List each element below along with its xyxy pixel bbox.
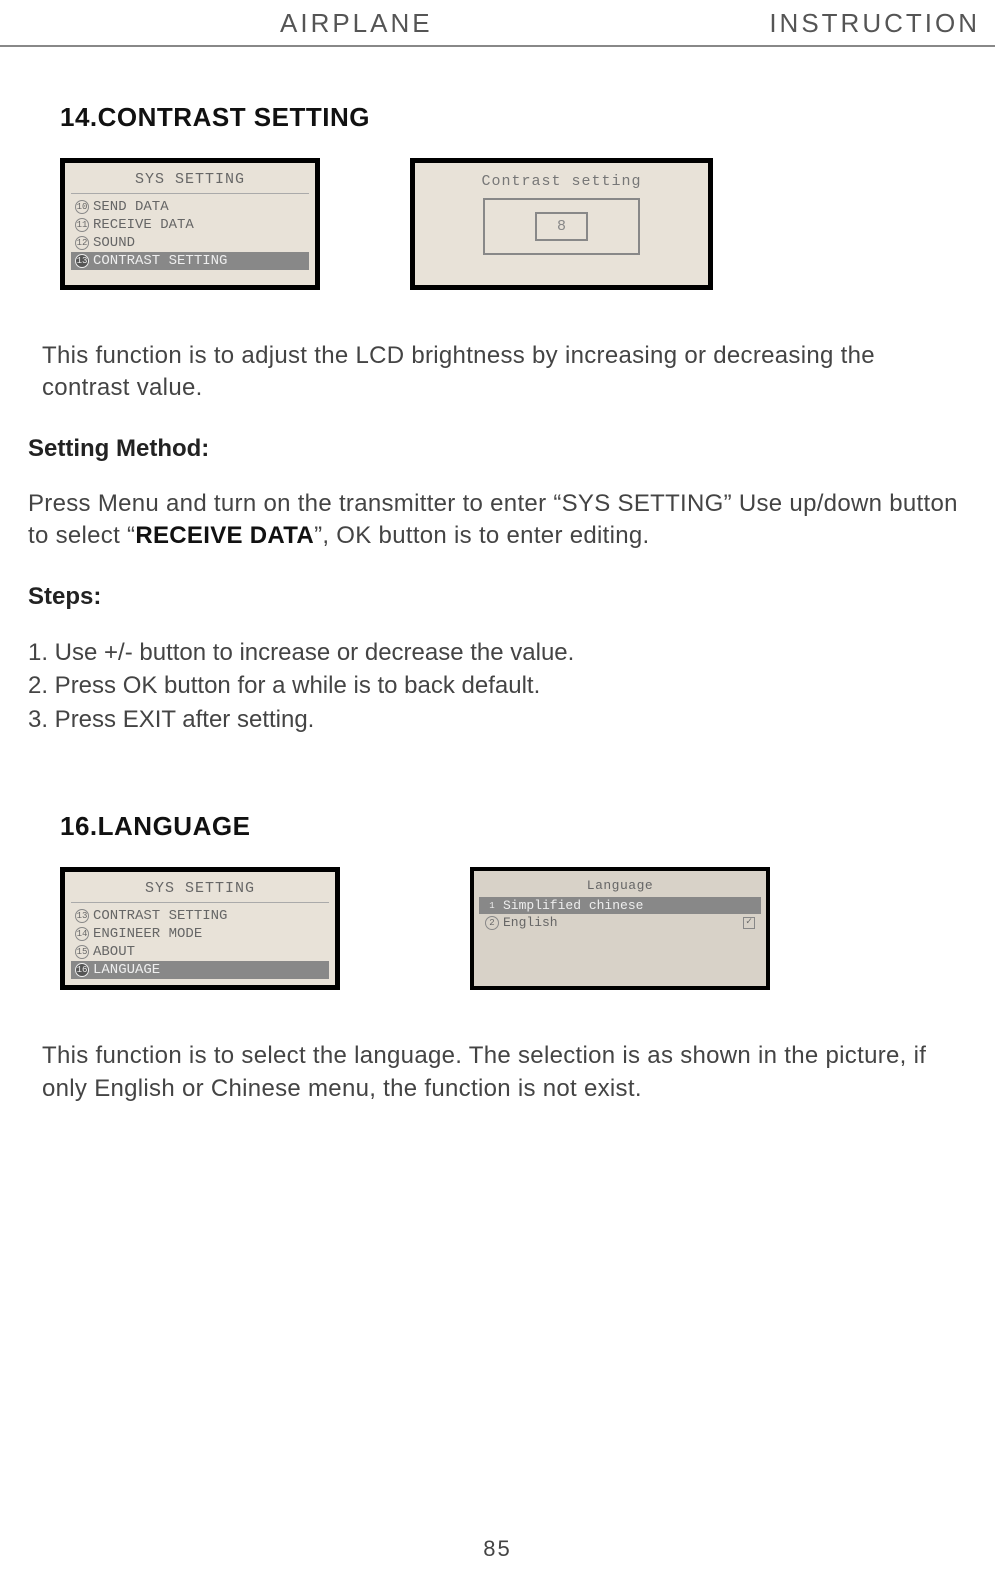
item-label: SOUND (93, 235, 135, 251)
item-label: CONTRAST SETTING (93, 908, 227, 924)
section-14-title: 14.CONTRAST SETTING (60, 102, 995, 133)
section-14-screenshots: SYS SETTING 10 SEND DATA 11 RECEIVE DATA… (60, 158, 995, 290)
step-item: 2. Press OK button for a while is to bac… (28, 669, 965, 703)
item-number: 11 (75, 218, 89, 232)
header-left: AIRPLANE (280, 8, 433, 39)
lcd-menu-item-selected: 16 LANGUAGE (71, 961, 329, 979)
contrast-box-outer: 8 (483, 198, 640, 255)
item-label: English (503, 915, 558, 930)
item-number: 10 (75, 200, 89, 214)
setting-method-bold: RECEIVE DATA (135, 522, 314, 549)
setting-method-post: ”, OK button is to enter editing. (314, 522, 649, 549)
header-right: INSTRUCTION (769, 8, 980, 39)
lcd-menu-item: 12 SOUND (71, 234, 309, 252)
language-item: 2 English ✓ (479, 914, 761, 931)
page-number: 85 (483, 1536, 511, 1562)
item-number: 1 (485, 899, 499, 913)
contrast-value-lcd: Contrast setting 8 (410, 158, 713, 290)
item-number: 16 (75, 963, 89, 977)
sys-setting-lcd-2: SYS SETTING 13 CONTRAST SETTING 14 ENGIN… (60, 867, 340, 990)
item-label: ENGINEER MODE (93, 926, 202, 942)
setting-method-label: Setting Method: (28, 435, 995, 463)
item-label: SEND DATA (93, 199, 169, 215)
item-label: ABOUT (93, 944, 135, 960)
item-label: RECEIVE DATA (93, 217, 194, 233)
steps-label: Steps: (28, 583, 995, 611)
lcd-menu-item: 14 ENGINEER MODE (71, 925, 329, 943)
item-label: Simplified chinese (503, 898, 643, 913)
item-number: 12 (75, 236, 89, 250)
lcd-menu-item: 13 CONTRAST SETTING (71, 907, 329, 925)
language-title: Language (479, 876, 761, 897)
language-lcd: Language 1 Simplified chinese 2 English … (470, 867, 770, 990)
item-label: CONTRAST SETTING (93, 253, 227, 269)
lcd-title: SYS SETTING (71, 169, 309, 194)
step-item: 3. Press EXIT after setting. (28, 703, 965, 737)
page-header: AIRPLANE INSTRUCTION (0, 0, 995, 47)
lcd-menu-item: 15 ABOUT (71, 943, 329, 961)
language-item-selected: 1 Simplified chinese (479, 897, 761, 914)
section-16-title: 16.LANGUAGE (60, 811, 995, 842)
checkmark-icon: ✓ (743, 917, 755, 929)
step-item: 1. Use +/- button to increase or decreas… (28, 636, 965, 670)
section-16-intro: This function is to select the language.… (42, 1040, 965, 1105)
item-number: 15 (75, 945, 89, 959)
item-number: 14 (75, 927, 89, 941)
lcd-menu-item: 11 RECEIVE DATA (71, 216, 309, 234)
item-number: 13 (75, 909, 89, 923)
section-16-screenshots: SYS SETTING 13 CONTRAST SETTING 14 ENGIN… (60, 867, 995, 990)
lcd-menu-item: 10 SEND DATA (71, 198, 309, 216)
lcd-menu-item-selected: 13 CONTRAST SETTING (71, 252, 309, 270)
section-14-intro: This function is to adjust the LCD brigh… (42, 340, 965, 405)
sys-setting-lcd: SYS SETTING 10 SEND DATA 11 RECEIVE DATA… (60, 158, 320, 290)
item-number: 13 (75, 254, 89, 268)
setting-method-text: Press Menu and turn on the transmitter t… (28, 488, 965, 553)
steps-list: 1. Use +/- button to increase or decreas… (28, 636, 965, 737)
contrast-value: 8 (535, 212, 588, 241)
item-label: LANGUAGE (93, 962, 160, 978)
item-number: 2 (485, 916, 499, 930)
lcd-title: SYS SETTING (71, 878, 329, 903)
contrast-title: Contrast setting (481, 169, 641, 198)
